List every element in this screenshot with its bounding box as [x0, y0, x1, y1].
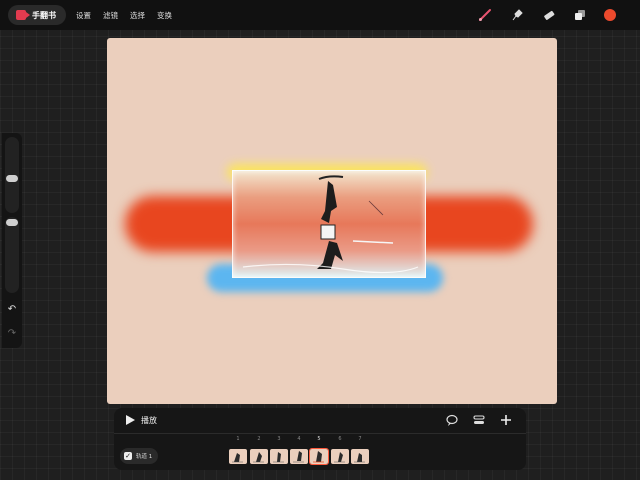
left-sidebar: ↶ ↷ — [2, 133, 22, 348]
brush-size-slider[interactable] — [5, 137, 19, 213]
brush-opacity-thumb[interactable] — [6, 219, 18, 226]
frame-sketch — [273, 452, 284, 463]
frame-sketch — [354, 453, 365, 463]
frame-sketch — [253, 452, 264, 463]
brush-opacity-slider[interactable] — [5, 217, 19, 293]
frame-number: 2 — [257, 436, 261, 442]
main-menu: 设置 滤镜 选择 变换 — [76, 10, 172, 21]
frame-number: 3 — [277, 436, 281, 442]
checkbox-icon[interactable]: ✓ — [124, 452, 132, 460]
drawing-canvas[interactable] — [107, 38, 557, 404]
brush-tool[interactable] — [477, 7, 493, 23]
smudge-tool[interactable] — [509, 7, 525, 23]
frame-thumbnail[interactable] — [250, 449, 268, 464]
undo-button[interactable]: ↶ — [5, 303, 19, 317]
menu-select[interactable]: 选择 — [130, 10, 145, 21]
frame-sketch — [293, 451, 304, 463]
track-label: 轨道 1 — [136, 454, 153, 460]
frame-number: 5 — [317, 436, 321, 442]
flipbook-icon — [16, 10, 30, 20]
track-toggle[interactable]: ✓ 轨道 1 — [120, 448, 158, 464]
brush-size-thumb[interactable] — [6, 175, 18, 182]
frame-number: 1 — [236, 436, 240, 442]
figure-drawing — [242, 175, 419, 274]
frame-number: 4 — [297, 436, 301, 442]
add-frame-icon[interactable] — [499, 413, 513, 427]
eraser-icon — [544, 10, 555, 20]
smudge-icon — [512, 9, 523, 21]
frame-thumbnail[interactable] — [270, 449, 288, 464]
layers-icon — [575, 10, 585, 20]
animation-timeline: 播放 ✓ 轨道 1 1 2 3 4 5 6 7 — [114, 408, 526, 470]
frame-thumbnail[interactable] — [351, 449, 369, 464]
frame-sketch — [313, 451, 324, 463]
frame-options-icon[interactable] — [472, 413, 486, 427]
frame-sketch — [334, 452, 345, 463]
timeline-divider — [114, 433, 526, 434]
play-icon[interactable] — [124, 414, 136, 426]
play-label[interactable]: 播放 — [141, 415, 157, 426]
color-picker-button[interactable] — [604, 9, 616, 21]
gallery-button[interactable]: 手翻书 — [8, 5, 66, 25]
menu-transform[interactable]: 变换 — [157, 10, 172, 21]
frame-number: 7 — [358, 436, 362, 442]
menu-filters[interactable]: 滤镜 — [103, 10, 118, 21]
redo-icon: ↷ — [7, 328, 17, 339]
eraser-tool[interactable] — [540, 7, 556, 23]
redo-button[interactable]: ↷ — [5, 327, 19, 341]
menu-settings[interactable]: 设置 — [76, 10, 91, 21]
frame-thumbnail-selected[interactable] — [309, 448, 329, 465]
frame-thumbnail[interactable] — [229, 449, 247, 464]
top-toolbar: 手翻书 设置 滤镜 选择 变换 — [0, 0, 640, 30]
frame-thumbnail[interactable] — [290, 449, 308, 464]
brush-icon — [479, 9, 491, 21]
artwork-frame — [232, 170, 426, 278]
app-name: 手翻书 — [32, 10, 56, 20]
layers-button[interactable] — [572, 7, 588, 23]
frame-number: 6 — [338, 436, 342, 442]
frame-sketch — [232, 453, 243, 463]
undo-icon: ↶ — [7, 304, 17, 315]
frame-thumbnail[interactable] — [331, 449, 349, 464]
comment-bubble-icon[interactable] — [445, 413, 459, 427]
